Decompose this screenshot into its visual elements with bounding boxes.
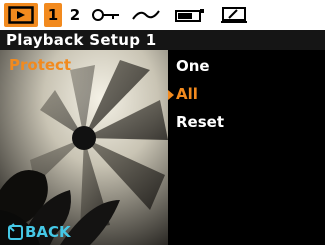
screen-edit-icon — [221, 7, 247, 23]
setting-label-protect: Protect — [9, 56, 72, 74]
tab-key[interactable] — [90, 3, 122, 27]
tab-page-2[interactable]: 2 — [67, 3, 83, 27]
tab-playback[interactable] — [4, 3, 38, 27]
option-reset[interactable]: Reset — [168, 110, 325, 134]
back-arrow-icon — [8, 223, 23, 240]
wave-icon — [132, 10, 160, 20]
tab-screen[interactable] — [219, 3, 249, 27]
tab-wave[interactable] — [130, 3, 162, 27]
playback-icon — [8, 6, 34, 24]
flower-photo — [0, 50, 168, 245]
menu-tab-bar: 1 2 — [0, 0, 325, 30]
options-list: One All Reset — [168, 50, 325, 245]
photo-preview: Protect BACK — [0, 50, 168, 245]
selection-caret-icon — [168, 90, 174, 100]
battery-icon — [175, 9, 204, 22]
back-label: BACK — [25, 223, 71, 241]
camera-menu-screen: 1 2 Playback Setup 1 Protect BACK One Al… — [0, 0, 325, 245]
tab-page-1[interactable]: 1 — [44, 3, 62, 27]
menu-title-bar: Playback Setup 1 — [0, 30, 325, 50]
tab-battery[interactable] — [173, 3, 207, 27]
option-one[interactable]: One — [168, 54, 325, 78]
key-icon — [92, 9, 119, 21]
page-title: Playback Setup 1 — [6, 31, 157, 49]
option-all[interactable]: All — [168, 82, 325, 106]
back-button[interactable]: BACK — [8, 223, 71, 241]
